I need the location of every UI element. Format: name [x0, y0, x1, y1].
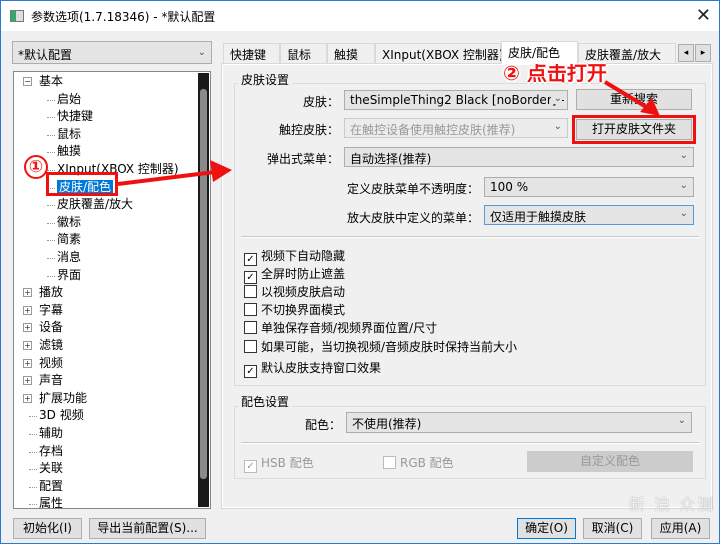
arrow-2-line	[603, 80, 650, 110]
annotation-arrows	[117, 80, 660, 186]
tab-4[interactable]: 皮肤/配色	[501, 41, 578, 64]
arrow-1-line	[117, 170, 216, 186]
arrow-1-head	[210, 160, 232, 182]
